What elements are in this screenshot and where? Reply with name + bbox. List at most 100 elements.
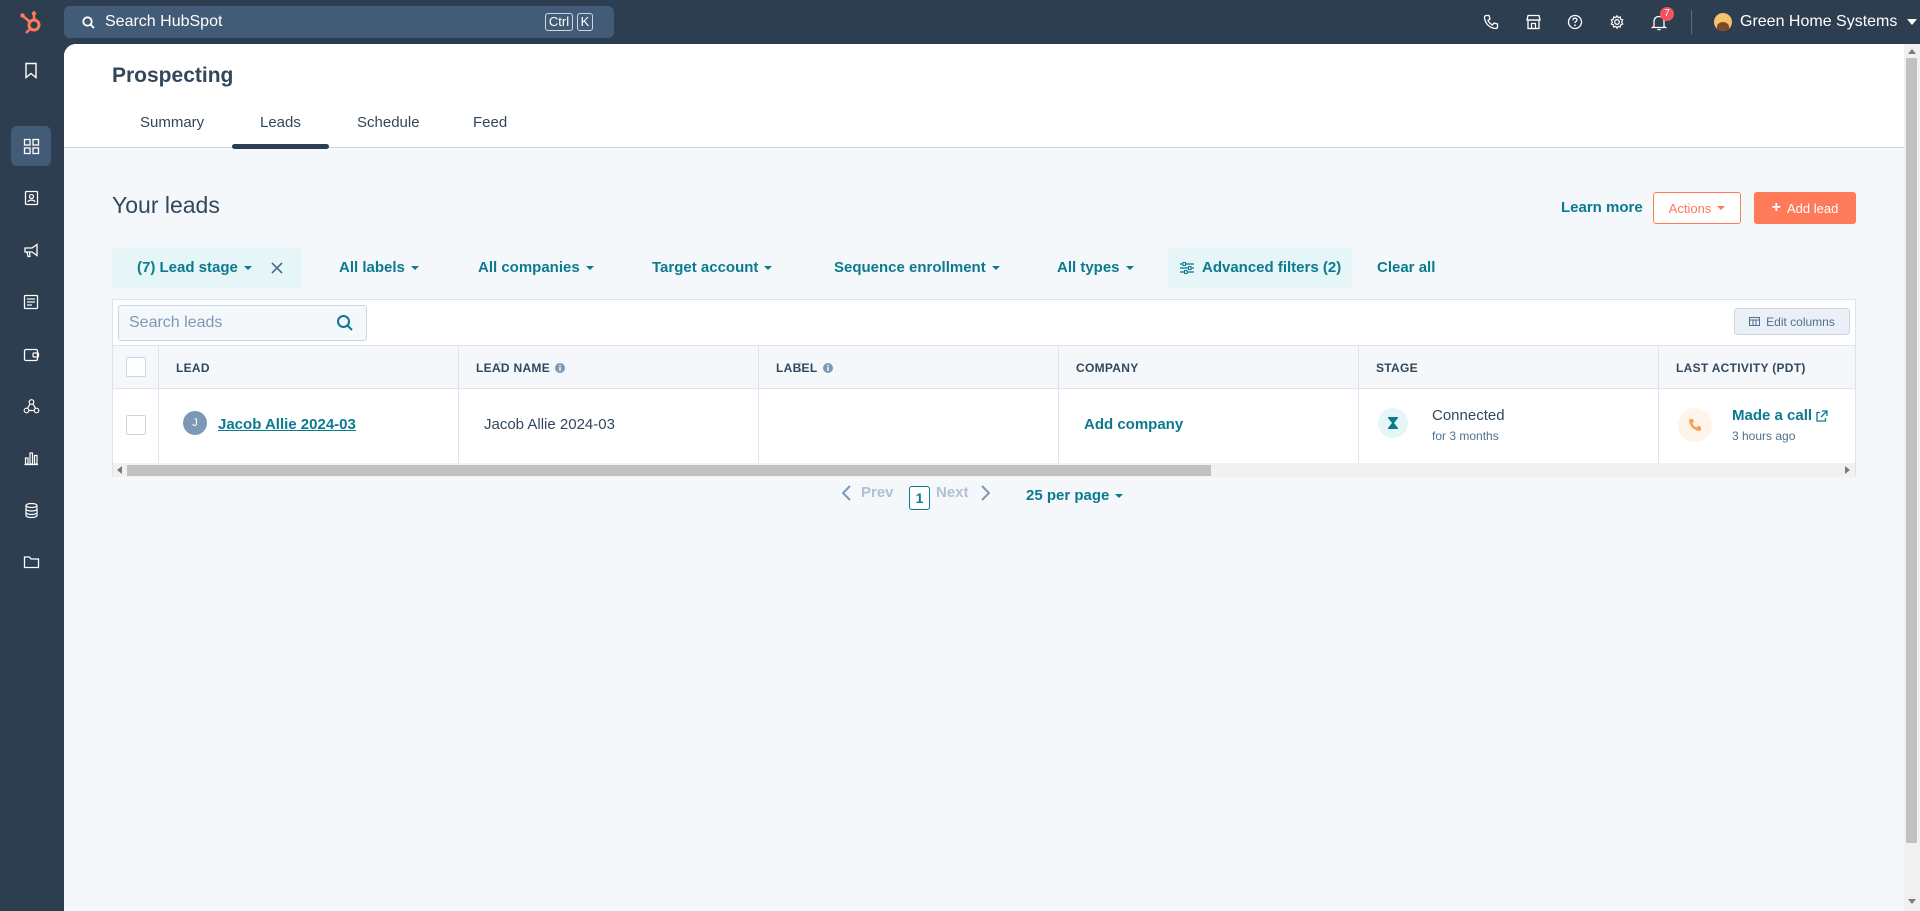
- notification-count-badge: 7: [1660, 7, 1674, 21]
- caret-down-icon: [764, 266, 773, 271]
- bookmark-icon[interactable]: [11, 50, 51, 90]
- horizontal-scrollbar[interactable]: [113, 463, 1855, 477]
- marketplace-icon[interactable]: [1512, 0, 1554, 44]
- grid-icon[interactable]: [11, 126, 51, 166]
- clear-all-link[interactable]: Clear all: [1377, 259, 1435, 276]
- settings-gear-icon[interactable]: [1596, 0, 1638, 44]
- types-filter[interactable]: All types: [1057, 259, 1134, 276]
- info-icon[interactable]: [822, 362, 833, 373]
- types-filter-label: All types: [1057, 259, 1120, 276]
- calling-icon[interactable]: [1470, 0, 1512, 44]
- scroll-right-arrow-icon[interactable]: [1845, 466, 1850, 474]
- scroll-down-arrow-icon[interactable]: [1908, 899, 1916, 904]
- edit-columns-button[interactable]: Edit columns: [1734, 308, 1850, 335]
- tab-summary[interactable]: Summary: [140, 114, 204, 131]
- contacts-icon[interactable]: [11, 178, 51, 218]
- active-tab-indicator: [232, 144, 329, 149]
- lead-stage-filter-label: (7) Lead stage: [137, 259, 238, 276]
- sliders-icon: [1180, 261, 1194, 274]
- add-lead-label: Add lead: [1787, 200, 1839, 216]
- column-header-lead-label: LEAD: [176, 360, 210, 375]
- scroll-left-arrow-icon[interactable]: [117, 466, 122, 474]
- column-header-stage[interactable]: STAGE: [1376, 346, 1418, 389]
- columns-icon: [1749, 317, 1761, 326]
- info-icon[interactable]: [555, 362, 566, 373]
- main-content: Prospecting Summary Leads Schedule Feed …: [64, 44, 1904, 911]
- workflow-icon[interactable]: [11, 386, 51, 426]
- lead-link[interactable]: Jacob Allie 2024-03: [218, 416, 356, 433]
- tab-schedule[interactable]: Schedule: [357, 114, 420, 131]
- notifications-bell-icon[interactable]: 7: [1638, 0, 1680, 44]
- caret-down-icon: [243, 266, 252, 271]
- row-checkbox[interactable]: [126, 415, 146, 435]
- account-name: Green Home Systems: [1740, 13, 1898, 30]
- folder-icon[interactable]: [11, 542, 51, 582]
- hubspot-logo-icon[interactable]: [19, 10, 45, 36]
- tab-leads[interactable]: Leads: [260, 114, 301, 131]
- global-search-bar[interactable]: Search HubSpot Ctrl K: [64, 6, 614, 38]
- shortcut-key-k: K: [577, 13, 593, 31]
- caret-down-icon: [410, 266, 419, 271]
- caret-down-icon: [1717, 206, 1726, 210]
- companies-filter[interactable]: All companies: [478, 259, 594, 276]
- add-company-link[interactable]: Add company: [1084, 416, 1183, 433]
- sequence-enrollment-filter[interactable]: Sequence enrollment: [834, 259, 1000, 276]
- next-page-button[interactable]: Next: [936, 484, 990, 501]
- activity-link[interactable]: Made a call: [1732, 407, 1828, 424]
- column-header-lead-name-label: LEAD NAME: [476, 360, 551, 375]
- actions-dropdown-button[interactable]: Actions: [1653, 192, 1741, 224]
- help-icon[interactable]: [1554, 0, 1596, 44]
- labels-filter[interactable]: All labels: [339, 259, 419, 276]
- table-header: LEAD LEAD NAME LABEL COMPANY STAGE LAST …: [113, 345, 1855, 389]
- select-all-checkbox[interactable]: [126, 357, 146, 377]
- account-menu[interactable]: Green Home Systems: [1714, 0, 1918, 44]
- activity-time: 3 hours ago: [1732, 429, 1796, 443]
- advanced-filters-button[interactable]: Advanced filters (2): [1180, 259, 1341, 276]
- prev-page-button[interactable]: Prev: [842, 484, 894, 501]
- search-leads-input[interactable]: Search leads: [118, 305, 367, 341]
- edit-columns-label: Edit columns: [1766, 314, 1835, 329]
- page-header: Prospecting Summary Leads Schedule Feed: [64, 44, 1904, 149]
- search-leads-placeholder: Search leads: [129, 314, 223, 331]
- scroll-up-arrow-icon[interactable]: [1908, 49, 1916, 54]
- target-account-filter[interactable]: Target account: [652, 259, 773, 276]
- tab-feed[interactable]: Feed: [473, 114, 507, 131]
- lead-stage-filter[interactable]: (7) Lead stage: [137, 259, 252, 276]
- close-icon[interactable]: [271, 262, 283, 274]
- document-icon[interactable]: [11, 282, 51, 322]
- labels-filter-label: All labels: [339, 259, 405, 276]
- vertical-scrollbar-thumb[interactable]: [1906, 58, 1917, 843]
- column-header-lead-name[interactable]: LEAD NAME: [476, 346, 566, 389]
- caret-down-icon: [585, 266, 594, 271]
- advanced-filters-label: Advanced filters (2): [1202, 259, 1342, 276]
- column-header-company[interactable]: COMPANY: [1076, 346, 1139, 389]
- column-header-label-label: LABEL: [776, 360, 818, 375]
- megaphone-icon[interactable]: [11, 230, 51, 270]
- companies-filter-label: All companies: [478, 259, 580, 276]
- chevron-down-icon: [1907, 19, 1918, 25]
- reports-icon[interactable]: [11, 438, 51, 478]
- wallet-icon[interactable]: [11, 334, 51, 374]
- next-page-label: Next: [936, 484, 969, 501]
- plus-icon: +: [1771, 199, 1781, 216]
- search-icon[interactable]: [336, 314, 354, 332]
- chevron-left-icon: [842, 484, 851, 501]
- per-page-dropdown[interactable]: 25 per page: [1026, 487, 1124, 504]
- horizontal-scrollbar-thumb[interactable]: [127, 465, 1211, 476]
- database-icon[interactable]: [11, 490, 51, 530]
- column-header-label[interactable]: LABEL: [776, 346, 833, 389]
- sequence-filter-label: Sequence enrollment: [834, 259, 986, 276]
- add-lead-button[interactable]: + Add lead: [1754, 192, 1856, 224]
- current-page-number[interactable]: 1: [909, 486, 930, 510]
- phone-icon: [1678, 408, 1712, 442]
- column-header-lead[interactable]: LEAD: [176, 346, 210, 389]
- shortcut-key-ctrl: Ctrl: [545, 13, 573, 31]
- top-utility-icons: 7: [1470, 0, 1680, 44]
- stage-status: Connected: [1432, 407, 1505, 424]
- prev-page-label: Prev: [861, 484, 894, 501]
- activity-label: Made a call: [1732, 407, 1813, 424]
- learn-more-link[interactable]: Learn more: [1561, 199, 1643, 216]
- column-header-last-activity[interactable]: LAST ACTIVITY (PDT): [1676, 346, 1806, 389]
- per-page-label: 25 per page: [1026, 487, 1110, 504]
- caret-down-icon: [1125, 266, 1134, 271]
